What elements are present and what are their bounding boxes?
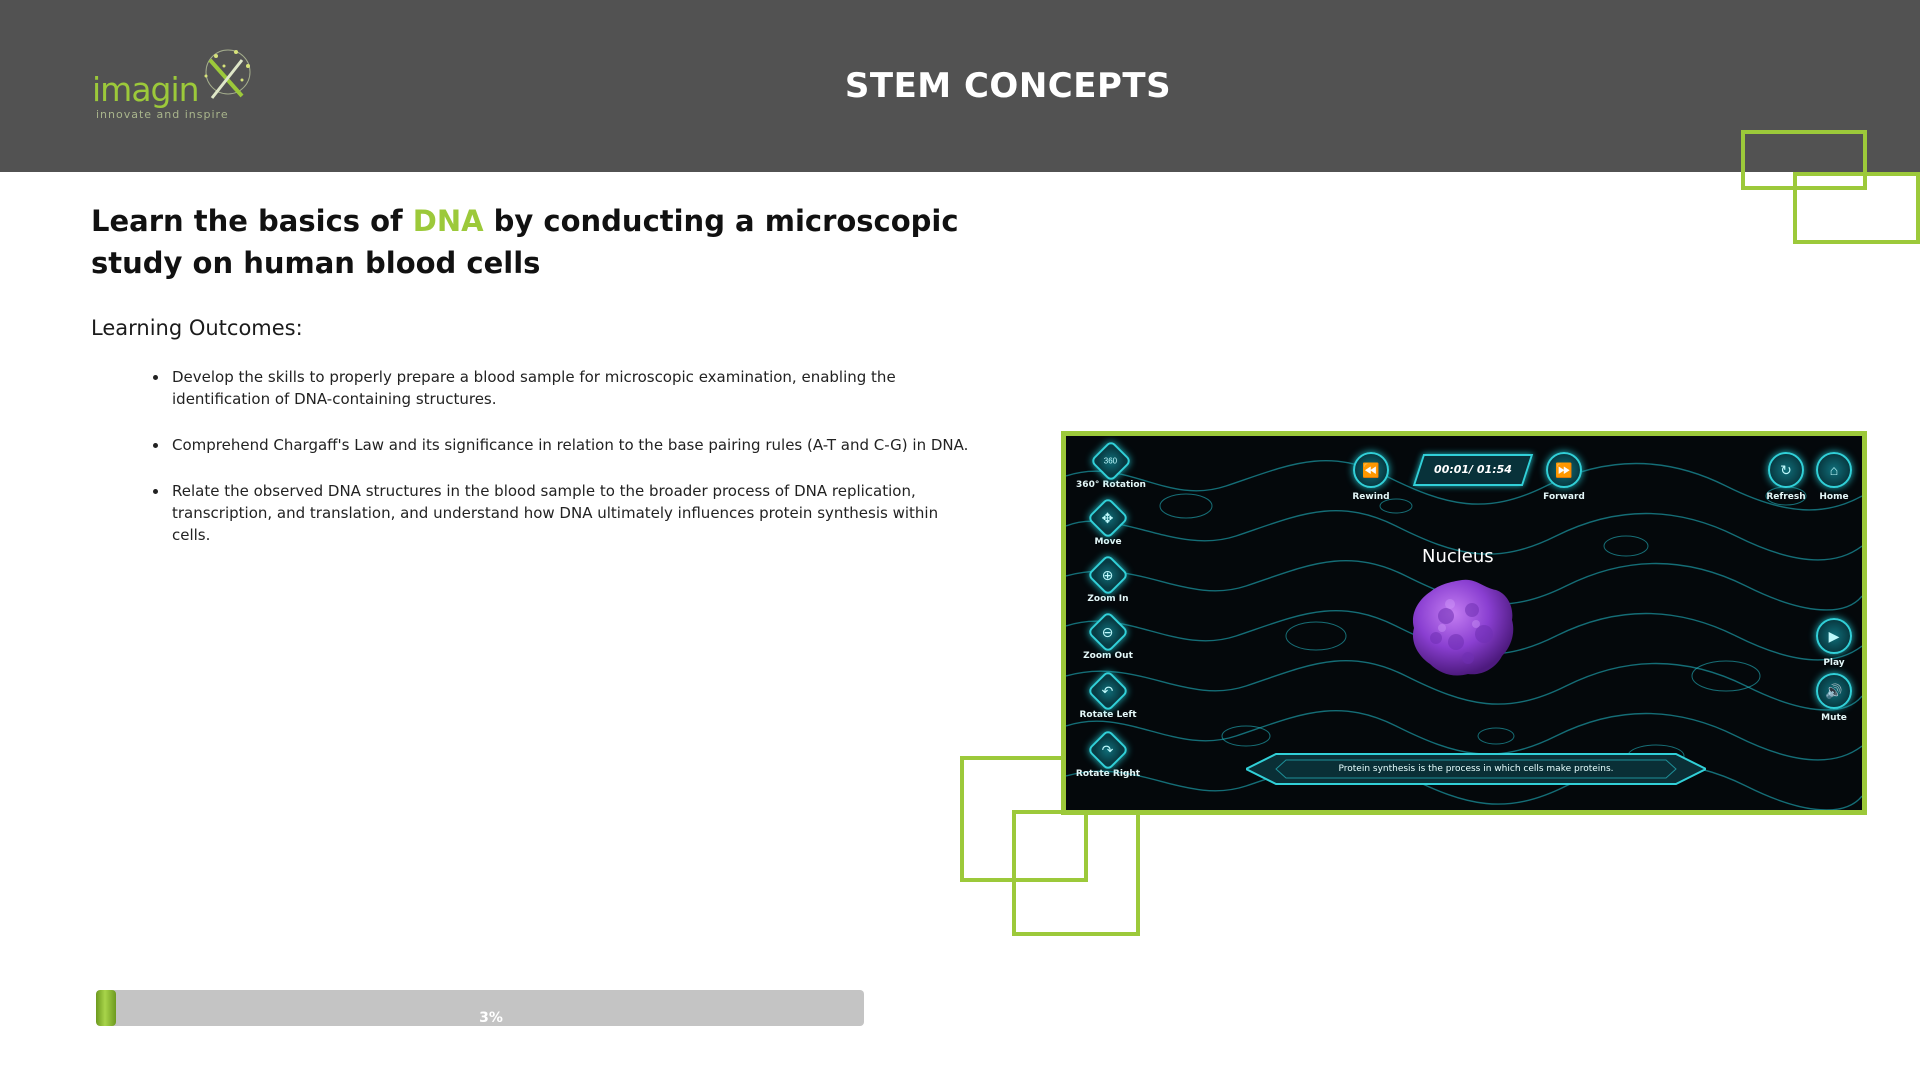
rewind-icon: ⏪ (1353, 452, 1389, 488)
playback-timer: 00:01/ 01:54 (1412, 454, 1534, 486)
header-bar: imagin innovate and inspire STEM CONCEPT… (0, 0, 1920, 172)
play-button[interactable]: ▶ Play (1794, 618, 1862, 668)
outcome-item: Relate the observed DNA structures in th… (150, 480, 970, 546)
simulation-viewer[interactable]: 360 360° Rotation ✥ Move ⊕ Zoom In ⊖ Zoo… (1061, 431, 1867, 815)
home-icon: ⌂ (1816, 452, 1852, 488)
zoom-out-button[interactable]: ⊖ Zoom Out (1068, 610, 1148, 661)
caption-text: Protein synthesis is the process in whic… (1338, 764, 1614, 774)
rotate-right-icon: ↷ (1086, 728, 1130, 772)
rotation-360-icon: 360 (1089, 439, 1133, 483)
learning-outcomes-heading: Learning Outcomes: (91, 316, 303, 340)
outcome-item: Comprehend Chargaff's Law and its signif… (150, 434, 970, 456)
zoom-in-button[interactable]: ⊕ Zoom In (1068, 553, 1148, 604)
page-title: STEM CONCEPTS (844, 66, 1172, 106)
mute-button[interactable]: 🔊 Mute (1794, 673, 1862, 723)
rotate-right-button[interactable]: ↷ Rotate Right (1068, 728, 1148, 779)
nucleus-model[interactable] (1406, 576, 1518, 680)
caption-banner: Protein synthesis is the process in whic… (1246, 752, 1706, 786)
home-button[interactable]: ⌂ Home (1794, 452, 1862, 502)
outcome-item: Develop the skills to properly prepare a… (150, 366, 970, 410)
decorative-square (1793, 172, 1920, 244)
headline-accent: DNA (412, 204, 484, 238)
zoom-out-icon: ⊖ (1086, 610, 1130, 654)
learning-outcomes-list: Develop the skills to properly prepare a… (150, 366, 970, 570)
move-button[interactable]: ✥ Move (1068, 496, 1148, 547)
move-icon: ✥ (1086, 496, 1130, 540)
object-label: Nucleus (1422, 546, 1494, 567)
forward-icon: ⏩ (1546, 452, 1582, 488)
rewind-button[interactable]: ⏪ Rewind (1331, 452, 1411, 502)
decorative-square (1012, 810, 1140, 936)
zoom-in-icon: ⊕ (1086, 553, 1130, 597)
forward-button[interactable]: ⏩ Forward (1524, 452, 1604, 502)
lesson-headline: Learn the basics of DNA by conducting a … (91, 200, 991, 284)
progress-label: 3% (479, 1010, 503, 1026)
speaker-icon: 🔊 (1816, 673, 1852, 709)
logo-tagline: innovate and inspire (96, 108, 229, 121)
rotate-left-button[interactable]: ↶ Rotate Left (1068, 669, 1148, 720)
rotate-left-icon: ↶ (1086, 669, 1130, 713)
headline-text-start: Learn the basics of (91, 204, 413, 238)
rotation-360-button[interactable]: 360 360° Rotation (1071, 439, 1151, 490)
play-icon: ▶ (1816, 618, 1852, 654)
